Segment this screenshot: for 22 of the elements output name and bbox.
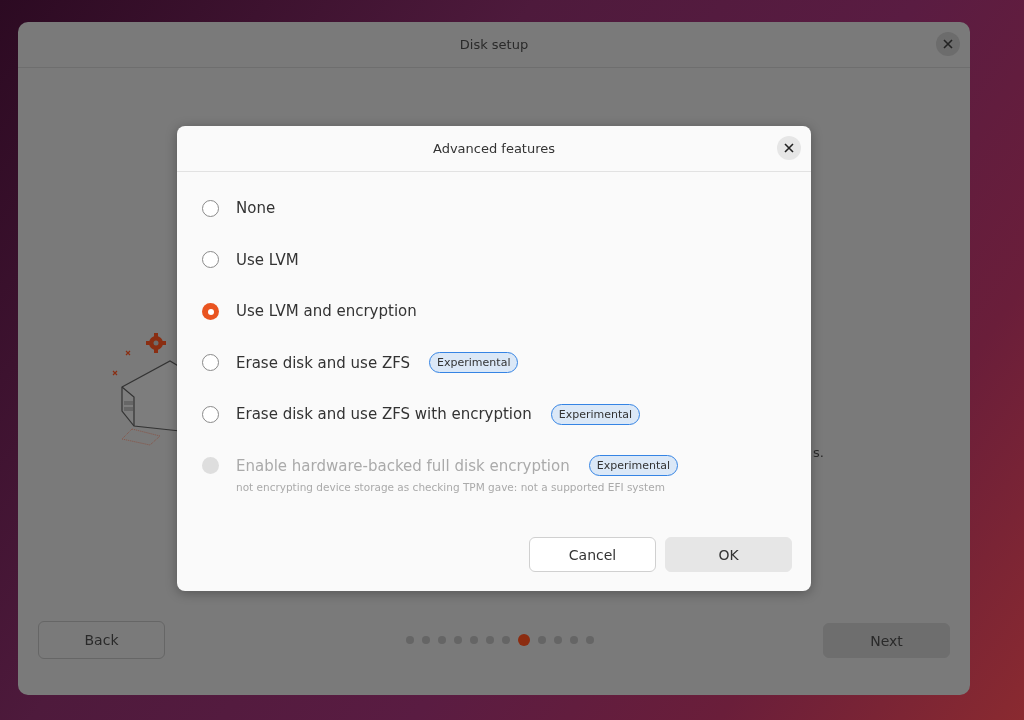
option-label[interactable]: None (236, 199, 276, 217)
cancel-button[interactable]: Cancel (529, 537, 656, 572)
option-label[interactable]: Erase disk and use ZFS with encryption (236, 405, 532, 423)
experimental-badge: Experimental (429, 352, 519, 373)
radio-button[interactable] (202, 354, 219, 371)
close-icon (943, 39, 953, 49)
radio-button[interactable] (202, 302, 219, 320)
option-label[interactable]: Erase disk and use ZFS (236, 353, 411, 372)
radio-button[interactable] (202, 199, 219, 217)
window-title: Disk setup (459, 37, 529, 52)
experimental-badge: Experimental (588, 455, 679, 476)
ok-button[interactable]: OK (665, 537, 792, 572)
experimental-badge: Experimental (550, 403, 641, 425)
close-button[interactable] (777, 136, 801, 160)
option-label[interactable]: Use LVM and encryption (236, 302, 417, 320)
option-note: not encrypting device storage as checking TPM gave: not a supported EFI system (236, 480, 666, 493)
close-icon (784, 143, 794, 153)
body-text: s. (813, 445, 824, 460)
dialog-title: Advanced features (432, 141, 556, 156)
option-label[interactable]: Use LVM (236, 250, 299, 269)
radio-button[interactable] (202, 251, 219, 268)
radio-button[interactable] (202, 405, 219, 423)
